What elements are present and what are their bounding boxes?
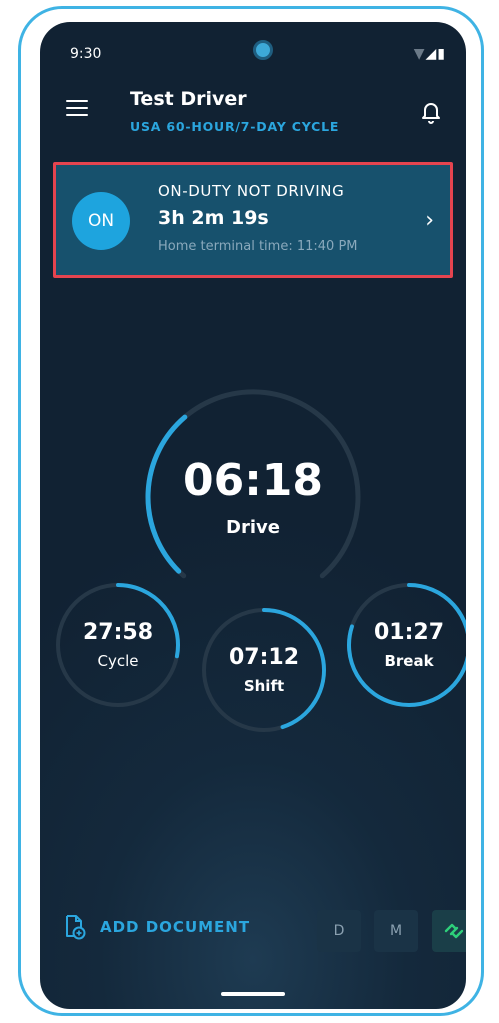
cycle-rule: USA 60-HOUR/7-DAY CYCLE — [130, 119, 340, 134]
cycle-gauge-ring — [56, 583, 180, 707]
driver-name: Test Driver — [130, 88, 247, 110]
battery-icon: ▮ — [437, 46, 446, 62]
shift-label: Shift — [243, 677, 285, 695]
shift-gauge-ring — [202, 608, 326, 732]
chevron-right-icon: › — [425, 208, 434, 233]
drive-time: 06:18 — [182, 455, 324, 506]
camera-cutout — [253, 40, 273, 60]
mode-d-button[interactable]: D — [317, 910, 361, 952]
connection-status-button[interactable] — [432, 910, 466, 952]
signal-icons: ▼◢▮ — [414, 46, 446, 62]
shift-time: 07:12 — [228, 645, 300, 670]
status-bar: 9:30 ▼◢▮ — [40, 22, 466, 82]
add-document-button[interactable]: ADD DOCUMENT — [100, 918, 250, 936]
home-indicator[interactable] — [221, 992, 285, 996]
menu-icon[interactable] — [66, 100, 88, 118]
duty-status-elapsed: 3h 2m 19s — [158, 207, 269, 229]
duty-status-title: ON-DUTY NOT DRIVING — [158, 182, 345, 200]
duty-status-card[interactable]: ON ON-DUTY NOT DRIVING 3h 2m 19s Home te… — [53, 162, 453, 278]
app-screen: 9:30 ▼◢▮ Test Driver USA 60-HOUR/7-DAY C… — [40, 22, 466, 1009]
break-gauge-ring — [347, 583, 466, 707]
break-label: Break — [384, 652, 434, 670]
duty-status-badge: ON — [72, 192, 130, 250]
drive-label: Drive — [226, 517, 280, 538]
link-icon — [444, 923, 464, 939]
signal-icon: ◢ — [425, 46, 438, 62]
shift-gauge[interactable]: 07:12 Shift — [199, 605, 329, 735]
app-header: Test Driver USA 60-HOUR/7-DAY CYCLE — [40, 82, 466, 146]
hours-gauges: 06:18 Drive 27:58 Cycle 07:12 Shift 01:2… — [40, 372, 466, 762]
drive-gauge[interactable]: 06:18 Drive — [143, 387, 363, 607]
cycle-gauge[interactable]: 27:58 Cycle — [53, 580, 183, 710]
cycle-time: 27:58 — [82, 620, 154, 645]
mode-m-button[interactable]: M — [374, 910, 418, 952]
cycle-label: Cycle — [97, 652, 139, 670]
wifi-icon: ▼ — [413, 46, 426, 62]
home-terminal-time: Home terminal time: 11:40 PM — [158, 239, 358, 254]
status-time: 9:30 — [70, 46, 102, 62]
document-add-icon[interactable] — [64, 914, 86, 940]
bell-icon[interactable] — [420, 100, 442, 124]
break-time: 01:27 — [373, 620, 445, 645]
break-gauge[interactable]: 01:27 Break — [344, 580, 466, 710]
bottom-toolbar: ADD DOCUMENT D M — [40, 904, 466, 954]
